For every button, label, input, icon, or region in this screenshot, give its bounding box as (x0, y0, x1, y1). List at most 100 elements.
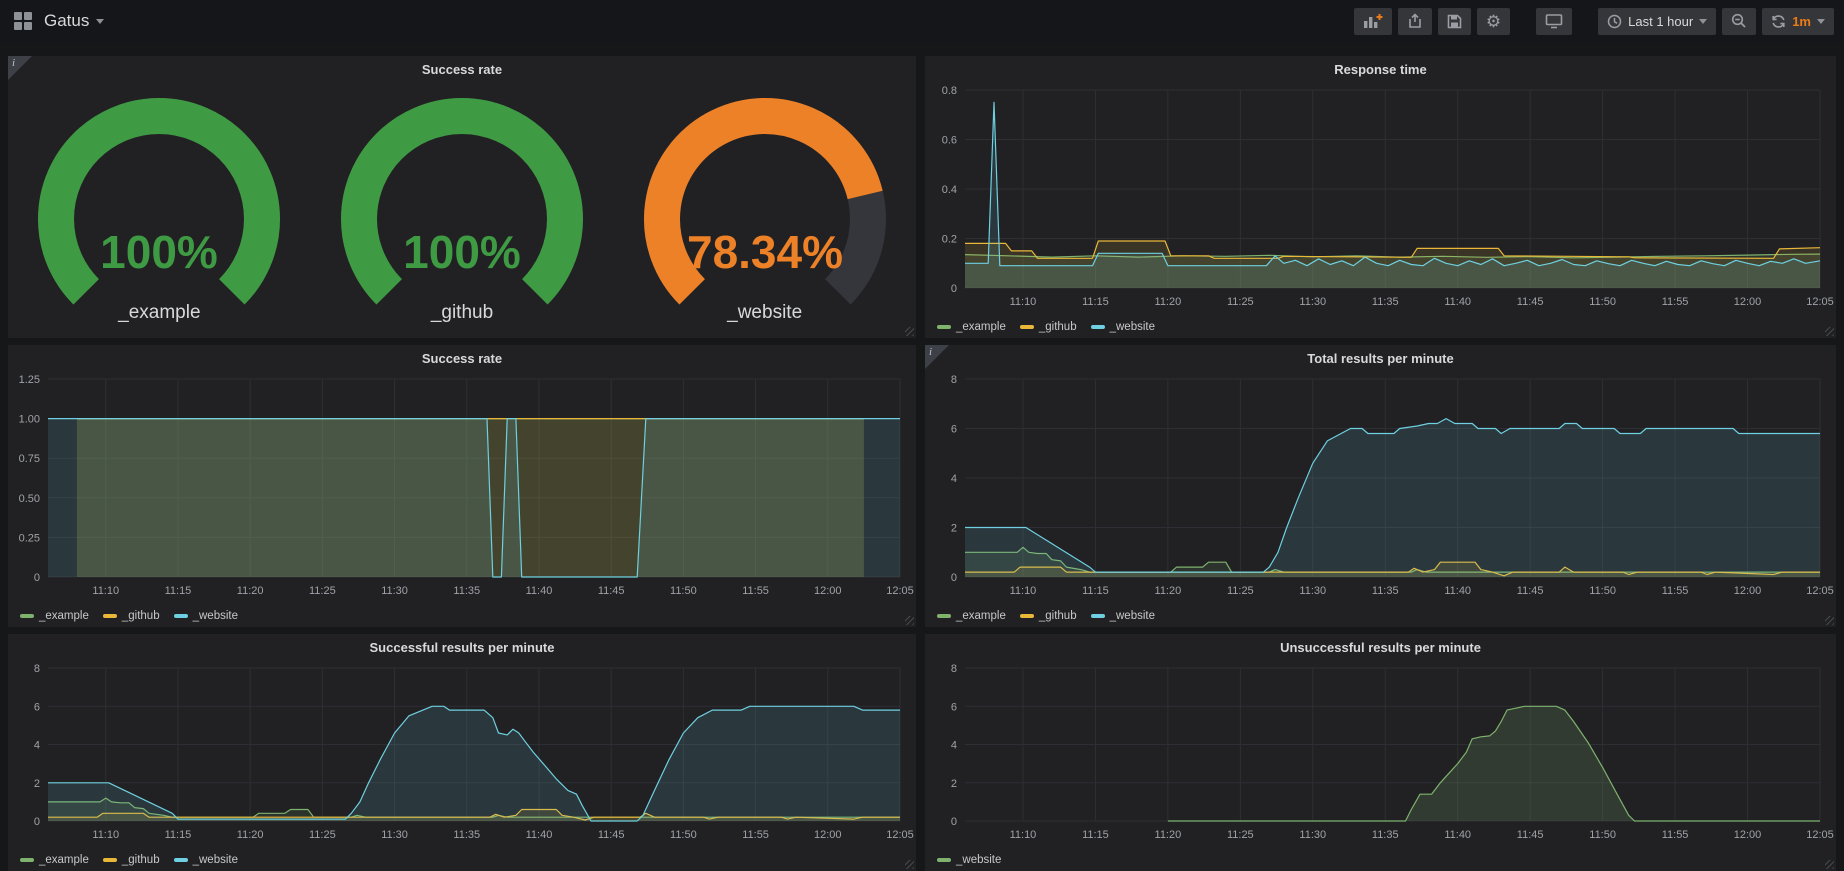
svg-text:11:55: 11:55 (742, 829, 769, 841)
share-button[interactable] (1398, 8, 1432, 35)
legend-item-_github[interactable]: _github (1020, 321, 1077, 333)
svg-text:11:50: 11:50 (670, 829, 697, 841)
svg-text:11:55: 11:55 (1662, 585, 1689, 597)
panel-title[interactable]: Response time (925, 62, 1836, 77)
panel-info-icon[interactable]: i (925, 345, 949, 369)
chevron-down-icon (96, 19, 104, 24)
legend-swatch (20, 614, 34, 618)
svg-text:6: 6 (951, 701, 957, 713)
legend-item-_website[interactable]: _website (937, 854, 1001, 866)
svg-text:0: 0 (951, 283, 957, 295)
svg-text:11:10: 11:10 (1010, 296, 1037, 308)
svg-text:0.8: 0.8 (942, 85, 957, 97)
legend-swatch (174, 858, 188, 862)
panel-resize-handle[interactable] (1825, 327, 1834, 336)
svg-text:6: 6 (951, 424, 957, 436)
legend-item-_example[interactable]: _example (20, 610, 89, 622)
svg-text:11:25: 11:25 (309, 585, 336, 597)
panel-resize-handle[interactable] (1825, 616, 1834, 625)
legend-item-_website[interactable]: _website (174, 610, 238, 622)
dashboard-title: Gatus (44, 11, 89, 31)
panel-success-rate-graph: Success rate 00.250.500.751.001.2511:101… (8, 345, 916, 627)
svg-text:12:05: 12:05 (1806, 585, 1834, 597)
chart-canvas-success-rate[interactable]: 00.250.500.751.001.2511:1011:1511:2011:2… (8, 345, 916, 627)
time-range-picker[interactable]: Last 1 hour (1598, 8, 1716, 35)
legend-item-_website[interactable]: _website (1091, 321, 1155, 333)
panel-title[interactable]: Unsuccessful results per minute (925, 640, 1836, 655)
svg-text:2: 2 (34, 778, 40, 790)
gauge-_github: 100%_github (312, 90, 612, 324)
svg-text:4: 4 (951, 473, 957, 485)
chevron-down-icon (1817, 19, 1825, 24)
svg-text:11:35: 11:35 (1372, 829, 1399, 841)
legend-item-_example[interactable]: _example (937, 321, 1006, 333)
dashboards-grid-icon[interactable] (14, 12, 32, 30)
gauge-value: 100% (403, 226, 521, 278)
legend-item-_example[interactable]: _example (20, 854, 89, 866)
svg-text:0: 0 (34, 572, 40, 584)
panel-resize-handle[interactable] (905, 860, 914, 869)
gauge-label: _website (727, 302, 802, 324)
svg-text:12:05: 12:05 (1806, 296, 1834, 308)
panel-response-time: Response time 00.20.40.60.811:1011:1511:… (925, 56, 1836, 338)
svg-text:11:15: 11:15 (1082, 829, 1109, 841)
panel-title[interactable]: Successful results per minute (8, 640, 916, 655)
svg-text:11:25: 11:25 (1227, 296, 1254, 308)
legend-item-_github[interactable]: _github (103, 854, 160, 866)
refresh-picker[interactable]: 1m (1762, 8, 1834, 35)
panel-title[interactable]: Success rate (8, 351, 916, 366)
chart-canvas-total-results[interactable]: 0246811:1011:1511:2011:2511:3011:3511:40… (925, 345, 1836, 627)
refresh-interval-label: 1m (1792, 14, 1811, 29)
svg-text:4: 4 (34, 740, 40, 752)
svg-text:11:40: 11:40 (1444, 296, 1471, 308)
legend-item-_website[interactable]: _website (174, 854, 238, 866)
chart-canvas-unsuccessful-results[interactable]: 0246811:1011:1511:2011:2511:3011:3511:40… (925, 634, 1836, 871)
panel-unsuccessful-results: Unsuccessful results per minute 0246811:… (925, 634, 1836, 871)
svg-text:12:00: 12:00 (1734, 296, 1762, 308)
chart-legend: _example _github _website (937, 321, 1155, 333)
add-panel-button[interactable] (1354, 8, 1392, 35)
svg-text:11:30: 11:30 (1299, 296, 1326, 308)
panel-resize-handle[interactable] (1825, 860, 1834, 869)
svg-text:11:10: 11:10 (1010, 829, 1037, 841)
legend-swatch (937, 614, 951, 618)
dashboard-title-dropdown[interactable]: Gatus (44, 11, 104, 31)
zoom-out-button[interactable] (1722, 8, 1756, 35)
legend-label: _website (193, 854, 238, 866)
settings-button[interactable]: ⚙ (1477, 8, 1510, 35)
legend-swatch (1020, 325, 1034, 329)
legend-item-_github[interactable]: _github (103, 610, 160, 622)
tv-mode-button[interactable] (1536, 8, 1572, 35)
legend-item-_website[interactable]: _website (1091, 610, 1155, 622)
svg-text:11:20: 11:20 (1155, 296, 1182, 308)
chart-canvas-successful-results[interactable]: 0246811:1011:1511:2011:2511:3011:3511:40… (8, 634, 916, 871)
panel-info-icon[interactable]: i (8, 56, 32, 80)
grafana-dashboard: Gatus (0, 0, 1844, 871)
svg-text:0.50: 0.50 (19, 493, 40, 505)
gauge-value: 78.34% (687, 226, 843, 278)
svg-text:12:05: 12:05 (886, 829, 914, 841)
svg-text:12:00: 12:00 (814, 829, 842, 841)
chart-legend: _website (937, 854, 1001, 866)
svg-text:11:25: 11:25 (309, 829, 336, 841)
panel-title[interactable]: Total results per minute (925, 351, 1836, 366)
svg-text:4: 4 (951, 740, 957, 752)
zoom-out-icon (1731, 13, 1747, 29)
svg-text:11:20: 11:20 (1155, 829, 1182, 841)
legend-label: _website (1110, 321, 1155, 333)
svg-text:11:15: 11:15 (1082, 296, 1109, 308)
svg-text:0: 0 (951, 816, 957, 828)
svg-text:11:35: 11:35 (1372, 585, 1399, 597)
svg-text:11:10: 11:10 (1010, 585, 1037, 597)
legend-label: _github (122, 854, 160, 866)
legend-item-_github[interactable]: _github (1020, 610, 1077, 622)
panel-resize-handle[interactable] (905, 327, 914, 336)
svg-text:11:55: 11:55 (1662, 296, 1689, 308)
panel-title[interactable]: Success rate (8, 62, 916, 77)
chart-legend: _example _github _website (20, 854, 238, 866)
panel-resize-handle[interactable] (905, 616, 914, 625)
legend-item-_example[interactable]: _example (937, 610, 1006, 622)
time-range-label: Last 1 hour (1628, 14, 1693, 29)
chart-canvas-response-time[interactable]: 00.20.40.60.811:1011:1511:2011:2511:3011… (925, 56, 1836, 338)
save-button[interactable] (1438, 8, 1471, 35)
